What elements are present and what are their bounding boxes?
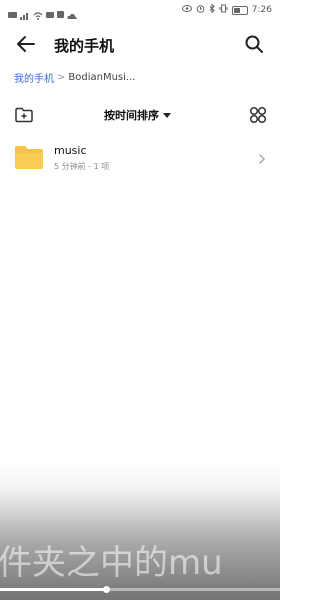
video-icon	[46, 11, 54, 18]
notification-icon	[57, 11, 64, 18]
grid-view-icon[interactable]	[248, 105, 268, 125]
file-name: music	[54, 144, 87, 157]
search-icon[interactable]	[242, 32, 266, 56]
alarm-icon	[196, 4, 205, 16]
breadcrumb-home[interactable]: 我的手机	[14, 70, 54, 85]
new-folder-icon[interactable]	[14, 105, 34, 125]
status-icons-left	[8, 5, 77, 24]
back-arrow-icon[interactable]	[14, 32, 38, 56]
eye-icon	[181, 5, 192, 15]
hd-icon	[8, 11, 17, 18]
status-bar: 7:26	[0, 0, 280, 22]
signal-icon	[20, 5, 30, 24]
chevron-right-icon	[256, 150, 268, 164]
video-progress-bar[interactable]	[0, 586, 280, 593]
status-icons-right: 7:26	[181, 3, 272, 16]
battery-icon	[231, 5, 248, 15]
list-item[interactable]: music 5 分钟前 - 1 项	[0, 138, 280, 182]
wifi-icon	[33, 5, 43, 24]
file-meta: 5 分钟前 - 1 项	[54, 162, 110, 171]
sort-dropdown[interactable]: 按时间排序	[104, 107, 171, 123]
sort-label: 按时间排序	[104, 109, 159, 122]
video-caption: 件夹之中的mu	[0, 543, 223, 583]
dropdown-arrow-icon	[163, 112, 171, 118]
video-progress-fill	[0, 588, 107, 591]
toolbar: 按时间排序	[0, 103, 280, 127]
page-title: 我的手机	[54, 37, 115, 55]
status-time: 7:26	[251, 5, 272, 15]
folder-icon	[14, 142, 44, 172]
breadcrumb-separator: >	[57, 72, 66, 83]
breadcrumb-current[interactable]: BodianMusi...	[68, 72, 135, 83]
cloud-icon	[67, 5, 77, 24]
breadcrumb: 我的手机 > BodianMusi...	[14, 70, 135, 85]
title-bar: 我的手机	[0, 28, 280, 62]
bluetooth-icon	[209, 3, 215, 16]
vibrate-icon	[219, 4, 228, 16]
